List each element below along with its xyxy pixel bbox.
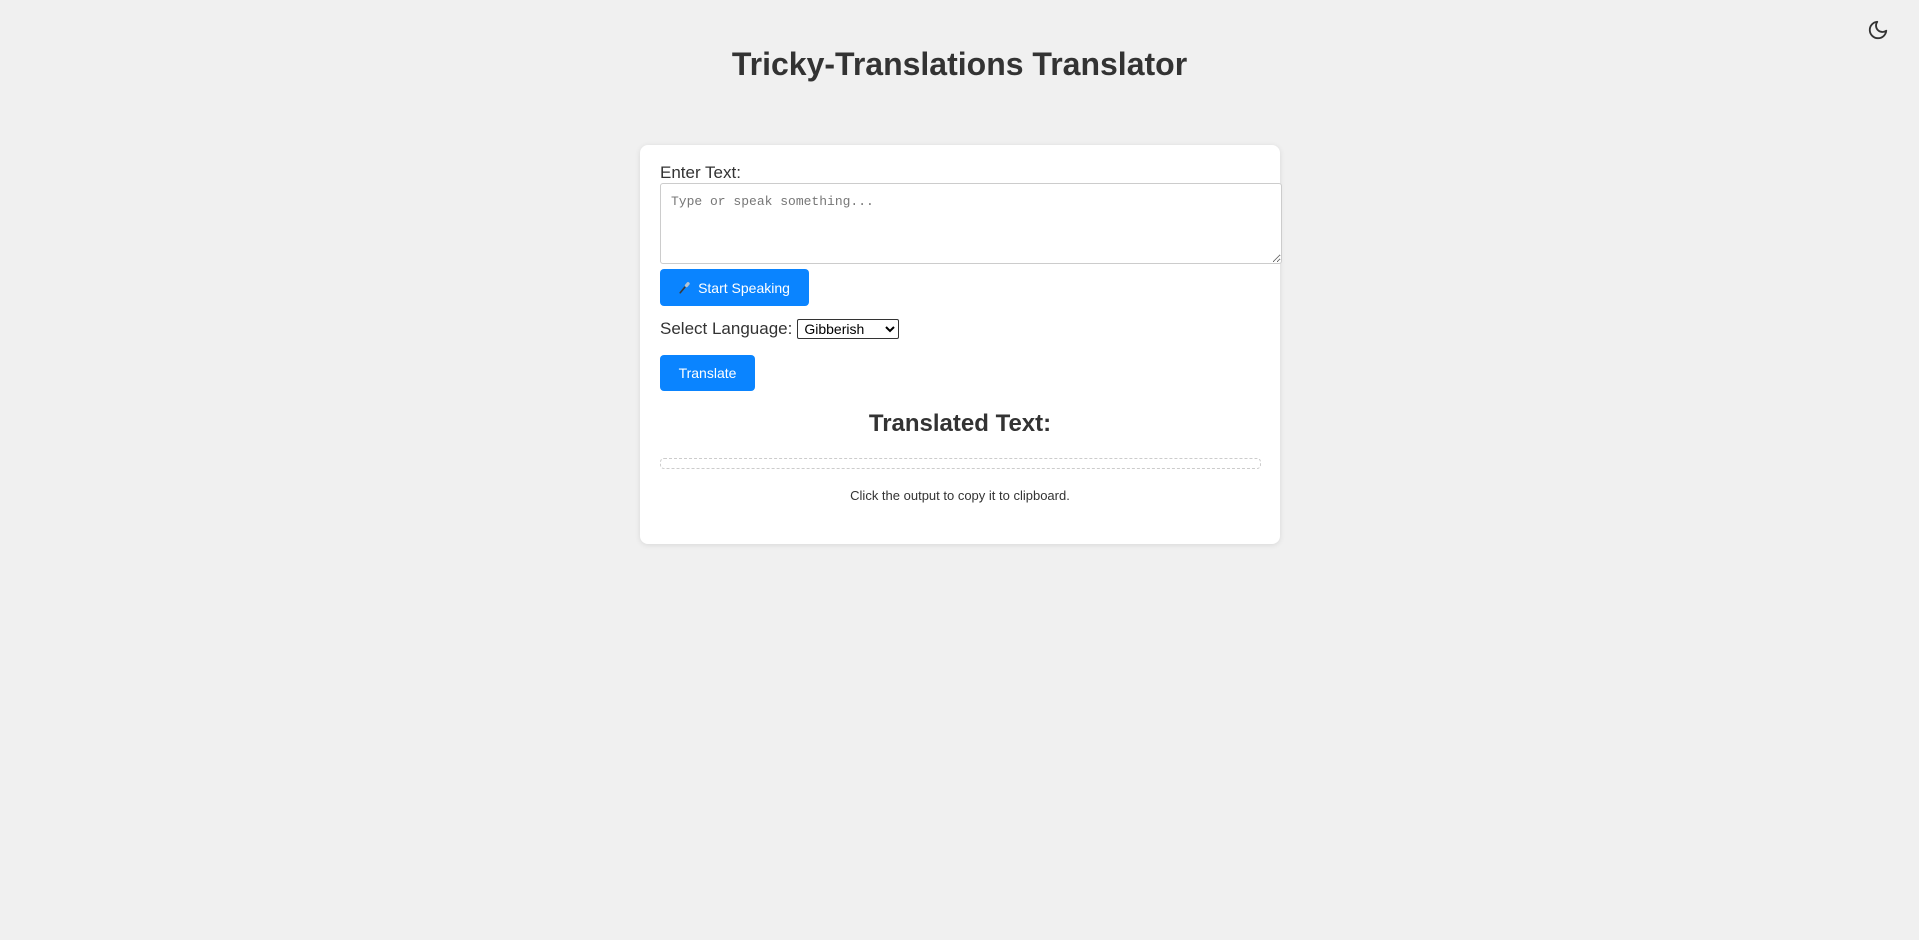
copy-hint-text: Click the output to copy it to clipboard… (850, 488, 1070, 503)
theme-toggle-button[interactable] (1864, 16, 1892, 44)
translator-card: Enter Text: Start Speaking Select Langua… (640, 145, 1282, 544)
text-input[interactable] (660, 183, 1282, 264)
start-speaking-button[interactable]: Start Speaking (660, 269, 809, 306)
start-speaking-label: Start Speaking (698, 279, 790, 296)
translate-button[interactable]: Translate (660, 355, 755, 391)
translation-output[interactable] (660, 458, 1261, 469)
moon-icon (1868, 20, 1888, 40)
language-row: Select Language: Gibberish (660, 319, 900, 339)
microphone-icon (679, 281, 692, 294)
language-select[interactable]: Gibberish (797, 319, 900, 339)
translated-text-heading: Translated Text: (868, 410, 1052, 437)
select-language-label: Select Language: (660, 319, 793, 338)
page-title: Tricky-Translations Translator (731, 46, 1188, 82)
enter-text-label: Enter Text: (660, 163, 741, 182)
